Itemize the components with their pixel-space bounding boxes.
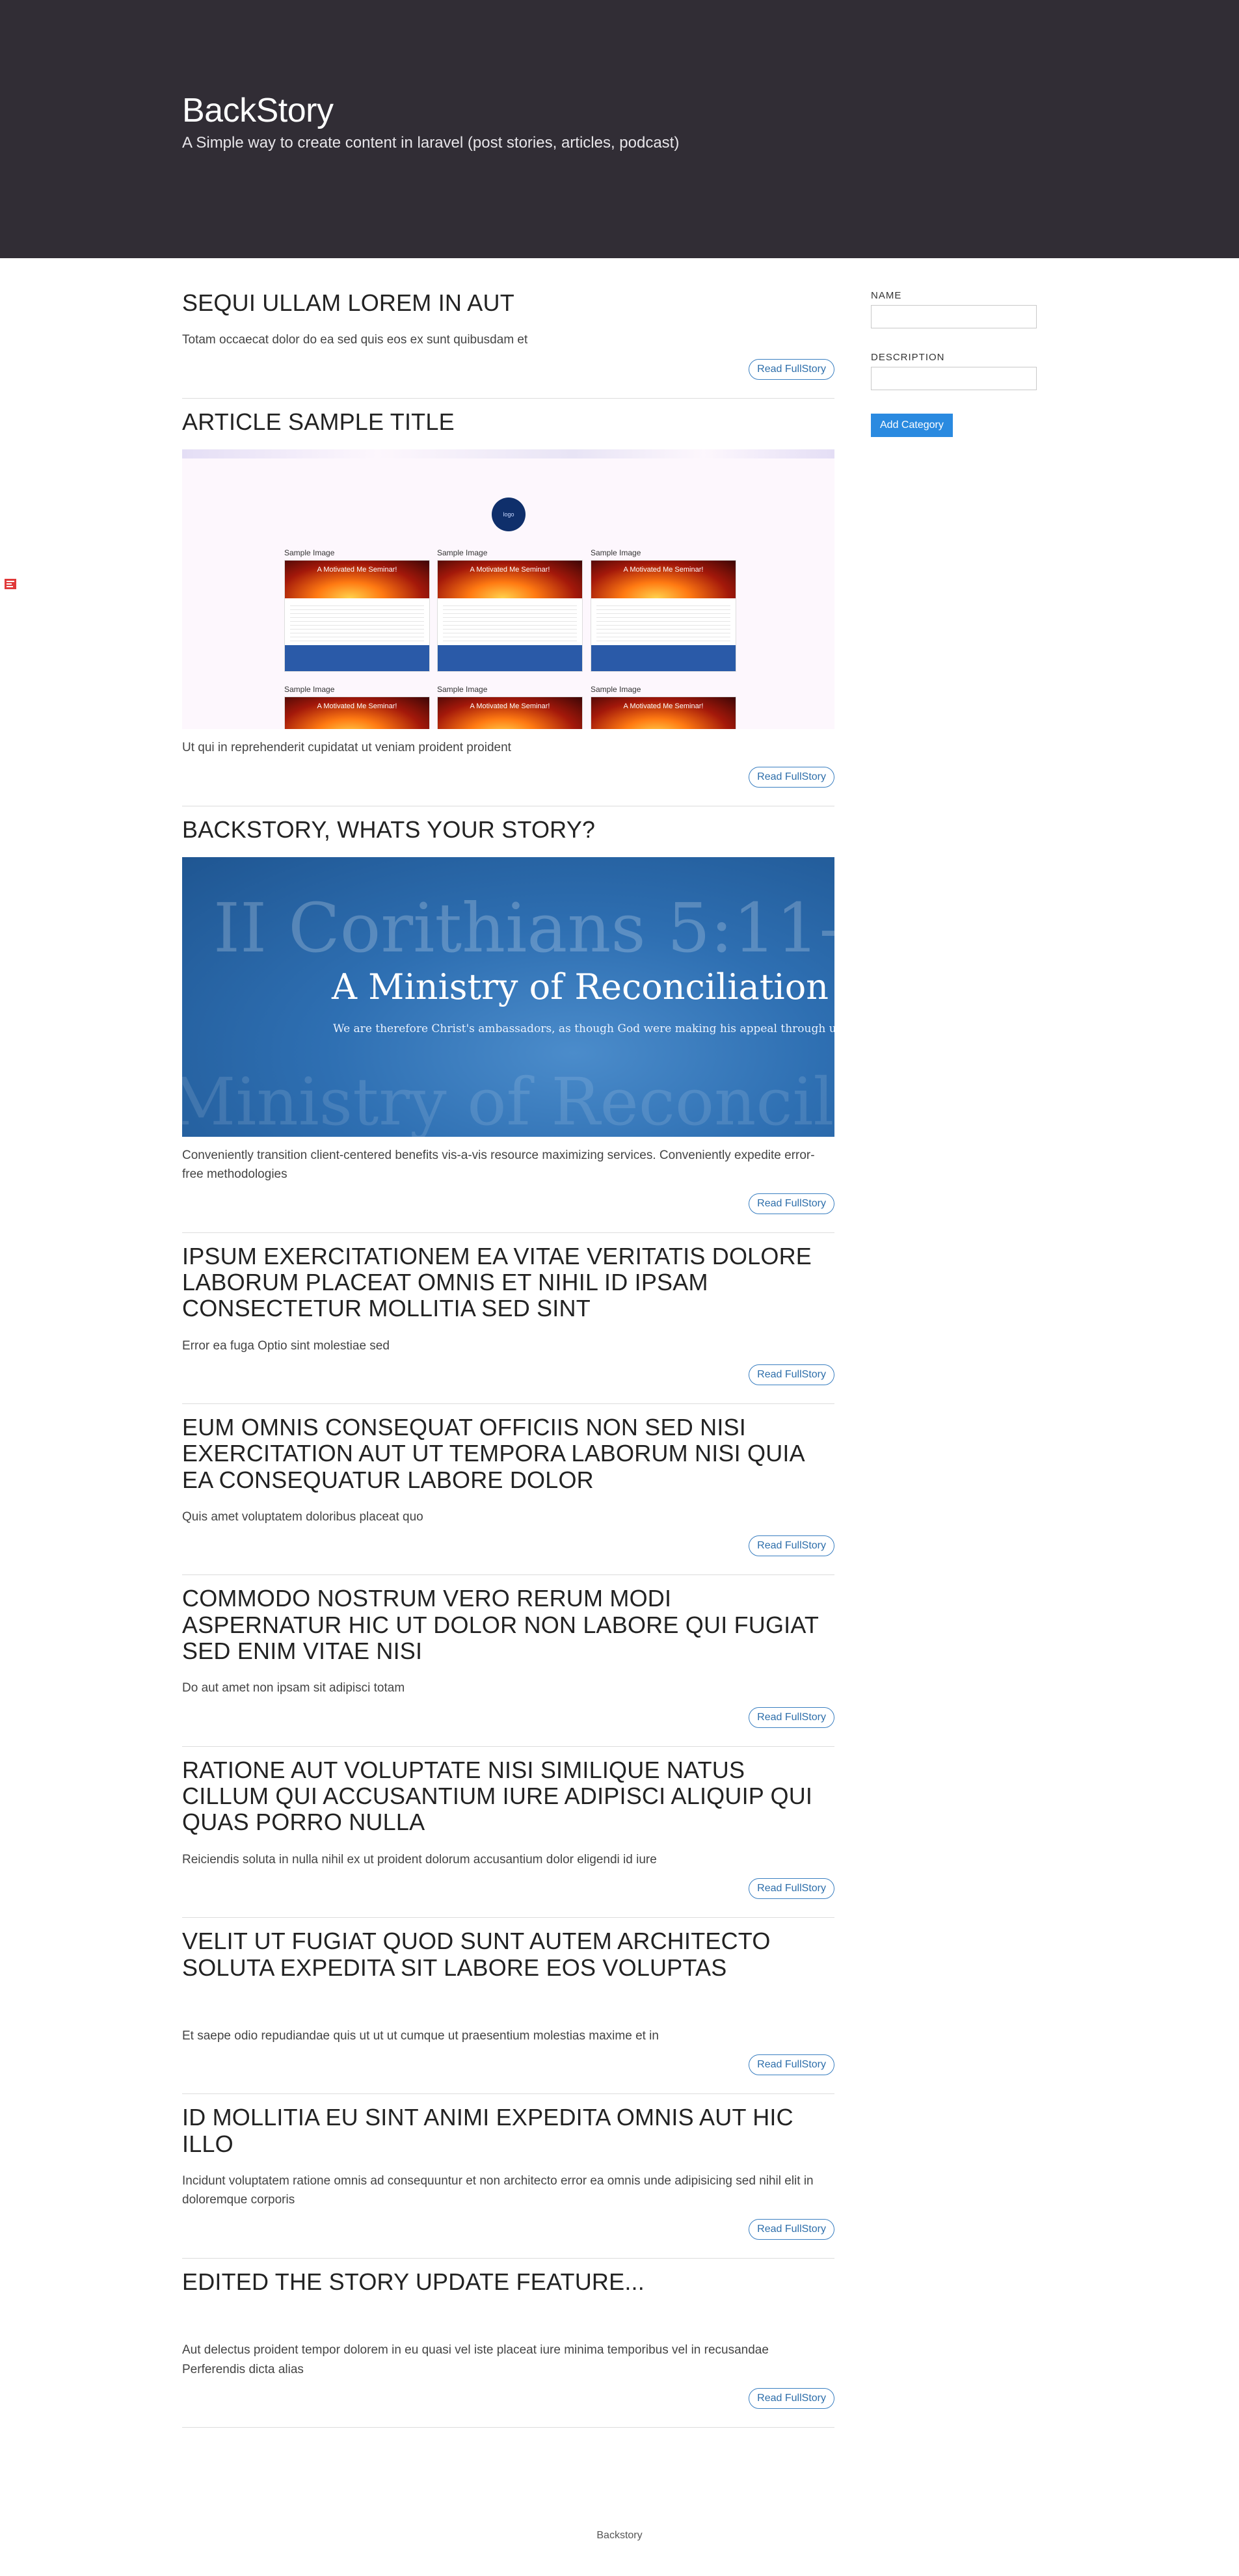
story-title[interactable]: SEQUI ULLAM LOREM IN AUT — [182, 289, 834, 316]
story-item: IPSUM EXERCITATIONEM EA VITAE VERITATIS … — [182, 1233, 834, 1405]
thumbnail-banner: A Motivated Me Seminar! — [285, 561, 429, 599]
story-excerpt: Do aut amet non ipsam sit adipisci totam — [182, 1681, 405, 1695]
image-headline: A Ministry of Reconciliation — [332, 966, 829, 1007]
image-subtext: We are therefore Christ's ambassadors, a… — [333, 1022, 834, 1035]
read-fullstory-button[interactable]: Read FullStory — [749, 2054, 834, 2076]
thumbnail-banner: A Motivated Me Seminar! — [285, 697, 429, 730]
story-item: EUM OMNIS CONSEQUAT OFFICIIS NON SED NIS… — [182, 1404, 834, 1576]
story-list: SEQUI ULLAM LOREM IN AUT Totam occaecat … — [182, 280, 834, 2428]
story-item: ID MOLLITIA EU SINT ANIMI EXPEDITA OMNIS… — [182, 2094, 834, 2259]
thumbnail-caption: Sample Image — [437, 685, 488, 695]
story-excerpt: Incidunt voluptatem ratione omnis ad con… — [182, 2173, 814, 2207]
story-item: EDITED THE STORY UPDATE FEATURE... Aut d… — [182, 2259, 834, 2428]
name-label: NAME — [871, 290, 902, 301]
story-title[interactable]: VELIT UT FUGIAT QUOD SUNT AUTEM ARCHITEC… — [182, 1928, 834, 1981]
read-fullstory-button[interactable]: Read FullStory — [749, 2387, 834, 2409]
image-decoration — [182, 449, 834, 459]
story-title[interactable]: COMMODO NOSTRUM VERO RERUM MODI ASPERNAT… — [182, 1586, 834, 1664]
story-excerpt: Reiciendis soluta in nulla nihil ex ut p… — [182, 1852, 657, 1866]
name-field[interactable] — [871, 305, 1037, 328]
hero-header: BackStory A Simple way to create content… — [0, 0, 1239, 258]
thumbnail-banner: A Motivated Me Seminar! — [438, 561, 582, 599]
site-tagline: A Simple way to create content in larave… — [182, 134, 680, 152]
site-title[interactable]: BackStory — [182, 91, 679, 130]
thumbnail-caption: Sample Image — [591, 685, 641, 695]
thumbnail-banner: A Motivated Me Seminar! — [438, 697, 582, 730]
sample-thumbnail: Sample Image A Motivated Me Seminar! — [591, 548, 736, 672]
read-fullstory-button[interactable]: Read FullStory — [749, 358, 834, 380]
read-fullstory-button[interactable]: Read FullStory — [749, 766, 834, 788]
description-label: DESCRIPTION — [871, 352, 945, 363]
story-excerpt: Quis amet voluptatem doloribus placeat q… — [182, 1510, 423, 1524]
story-title[interactable]: ID MOLLITIA EU SINT ANIMI EXPEDITA OMNIS… — [182, 2105, 834, 2157]
logo-icon: logo — [492, 498, 526, 532]
image-ghost-text: II Corithians 5:11-21 — [213, 888, 834, 968]
add-category-button[interactable]: Add Category — [871, 414, 953, 437]
read-fullstory-button[interactable]: Read FullStory — [749, 1878, 834, 1900]
read-fullstory-button[interactable]: Read FullStory — [749, 2218, 834, 2240]
story-image: logo Sample Image A Motivated Me Seminar… — [182, 449, 834, 730]
story-item: BACKSTORY, WHATS YOUR STORY? II Corithia… — [182, 806, 834, 1233]
story-excerpt: Totam occaecat dolor do ea sed quis eos … — [182, 333, 528, 347]
thumbnail-banner: A Motivated Me Seminar! — [591, 561, 736, 599]
story-item: RATIONE AUT VOLUPTATE NISI SIMILIQUE NAT… — [182, 1747, 834, 1919]
description-field[interactable] — [871, 367, 1037, 390]
story-item: SEQUI ULLAM LOREM IN AUT Totam occaecat … — [182, 280, 834, 399]
sample-thumbnail: Sample Image A Motivated Me Seminar! — [284, 548, 430, 672]
story-excerpt: Aut delectus proident tempor dolorem in … — [182, 2343, 769, 2376]
story-title[interactable]: ARTICLE SAMPLE TITLE — [182, 408, 834, 435]
story-excerpt: Conveniently transition client-centered … — [182, 1148, 815, 1182]
story-item: ARTICLE SAMPLE TITLE logo Sample Image A… — [182, 399, 834, 806]
read-fullstory-button[interactable]: Read FullStory — [749, 1364, 834, 1386]
story-item: COMMODO NOSTRUM VERO RERUM MODI ASPERNAT… — [182, 1575, 834, 1747]
story-title[interactable]: EDITED THE STORY UPDATE FEATURE... — [182, 2268, 834, 2295]
read-fullstory-button[interactable]: Read FullStory — [749, 1706, 834, 1728]
story-excerpt: Et saepe odio repudiandae quis ut ut ut … — [182, 2028, 659, 2043]
sample-thumbnail: Sample Image A Motivated Me Seminar! — [284, 685, 430, 730]
thumbnail-caption: Sample Image — [284, 685, 335, 695]
story-title[interactable]: RATIONE AUT VOLUPTATE NISI SIMILIQUE NAT… — [182, 1757, 834, 1836]
read-fullstory-button[interactable]: Read FullStory — [749, 1193, 834, 1214]
flag-icon[interactable] — [4, 578, 17, 591]
story-image: II Corithians 5:11-21 A Ministry of Reco… — [182, 856, 834, 1137]
story-title[interactable]: IPSUM EXERCITATIONEM EA VITAE VERITATIS … — [182, 1243, 834, 1322]
sample-thumbnail: Sample Image A Motivated Me Seminar! — [591, 685, 736, 730]
story-item: VELIT UT FUGIAT QUOD SUNT AUTEM ARCHITEC… — [182, 1918, 834, 2095]
thumbnail-caption: Sample Image — [437, 548, 488, 558]
read-fullstory-button[interactable]: Read FullStory — [749, 1535, 834, 1557]
thumbnail-caption: Sample Image — [591, 548, 641, 558]
story-title[interactable]: EUM OMNIS CONSEQUAT OFFICIIS NON SED NIS… — [182, 1414, 834, 1493]
story-title[interactable]: BACKSTORY, WHATS YOUR STORY? — [182, 816, 834, 843]
image-ghost-text: Ministry of Reconcilia — [182, 1063, 834, 1137]
footer-text: Backstory — [596, 2530, 643, 2541]
category-form: NAME DESCRIPTION Add Category — [871, 290, 1037, 437]
thumbnail-caption: Sample Image — [284, 548, 335, 558]
story-excerpt: Ut qui in reprehenderit cupidatat ut ven… — [182, 741, 511, 755]
story-excerpt: Error ea fuga Optio sint molestiae sed — [182, 1338, 390, 1353]
sample-thumbnail: Sample Image A Motivated Me Seminar! — [437, 548, 583, 672]
sample-thumbnail: Sample Image A Motivated Me Seminar! — [437, 685, 583, 730]
thumbnail-banner: A Motivated Me Seminar! — [591, 697, 736, 730]
